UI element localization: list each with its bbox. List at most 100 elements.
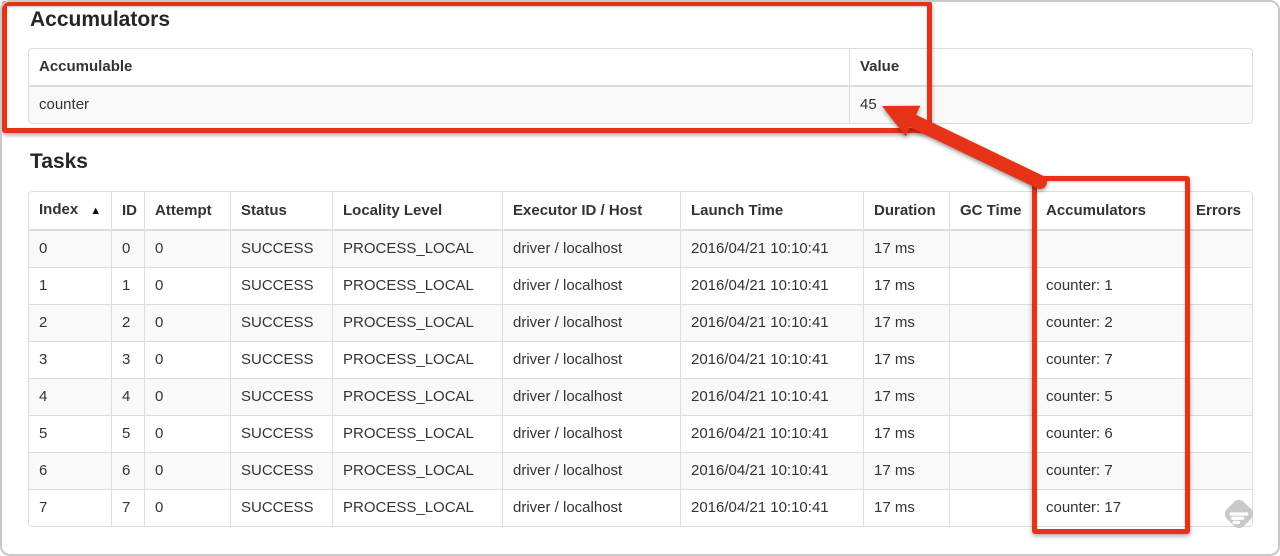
cell-gc-time [949,452,1035,489]
cell-locality-level: PROCESS_LOCAL [332,341,502,378]
annotation-box-accumulators-column [1032,176,1190,534]
cell-duration: 17 ms [863,304,949,341]
column-header-label: Locality Level [343,201,443,219]
cell-launch-time: 2016/04/21 10:10:41 [680,304,863,341]
cell-errors [1185,231,1252,267]
cell-index: 0 [29,231,111,267]
cell-launch-time: 2016/04/21 10:10:41 [680,267,863,304]
cell-locality-level: PROCESS_LOCAL [332,304,502,341]
cell-executor-id-host: driver / localhost [502,489,680,526]
cell-gc-time [949,415,1035,452]
column-header-label: Status [241,201,287,219]
cell-errors [1185,304,1252,341]
column-header-status[interactable]: Status [230,192,332,231]
sort-ascending-icon: ▲ [90,205,102,217]
cell-id: 7 [111,489,144,526]
column-header-label: Attempt [155,201,212,219]
cell-launch-time: 2016/04/21 10:10:41 [680,231,863,267]
cell-id: 5 [111,415,144,452]
cell-attempt: 0 [144,415,230,452]
cell-errors [1185,378,1252,415]
cell-locality-level: PROCESS_LOCAL [332,415,502,452]
column-header-label: Duration [874,201,936,219]
cell-status: SUCCESS [230,304,332,341]
column-header-index[interactable]: Index ▲ [29,192,111,231]
cell-status: SUCCESS [230,341,332,378]
cell-id: 4 [111,378,144,415]
cell-status: SUCCESS [230,267,332,304]
cell-duration: 17 ms [863,231,949,267]
column-header-launch-time[interactable]: Launch Time [680,192,863,231]
cell-executor-id-host: driver / localhost [502,304,680,341]
column-header-executor-id-host[interactable]: Executor ID / Host [502,192,680,231]
cell-executor-id-host: driver / localhost [502,267,680,304]
cell-locality-level: PROCESS_LOCAL [332,267,502,304]
cell-gc-time [949,304,1035,341]
cell-duration: 17 ms [863,378,949,415]
column-header-duration[interactable]: Duration [863,192,949,231]
cell-executor-id-host: driver / localhost [502,341,680,378]
cell-launch-time: 2016/04/21 10:10:41 [680,415,863,452]
column-header-locality-level[interactable]: Locality Level [332,192,502,231]
cell-duration: 17 ms [863,415,949,452]
cell-index: 7 [29,489,111,526]
cell-index: 1 [29,267,111,304]
column-header-label: ID [122,201,137,219]
cell-executor-id-host: driver / localhost [502,452,680,489]
cell-executor-id-host: driver / localhost [502,415,680,452]
cell-launch-time: 2016/04/21 10:10:41 [680,489,863,526]
cell-status: SUCCESS [230,378,332,415]
cell-gc-time [949,378,1035,415]
cell-attempt: 0 [144,452,230,489]
cell-errors [1185,452,1252,489]
cell-index: 3 [29,341,111,378]
cell-attempt: 0 [144,341,230,378]
cell-locality-level: PROCESS_LOCAL [332,378,502,415]
cell-attempt: 0 [144,267,230,304]
cell-launch-time: 2016/04/21 10:10:41 [680,341,863,378]
cell-status: SUCCESS [230,489,332,526]
cell-executor-id-host: driver / localhost [502,231,680,267]
cell-gc-time [949,231,1035,267]
feedly-watermark-icon [1224,499,1254,529]
column-header-errors[interactable]: Errors [1185,192,1252,231]
cell-locality-level: PROCESS_LOCAL [332,452,502,489]
cell-errors [1185,341,1252,378]
column-header-gc-time[interactable]: GC Time [949,192,1035,231]
cell-duration: 17 ms [863,489,949,526]
column-header-label: Launch Time [691,201,784,219]
cell-id: 6 [111,452,144,489]
cell-id: 3 [111,341,144,378]
cell-duration: 17 ms [863,267,949,304]
cell-errors [1185,267,1252,304]
cell-gc-time [949,267,1035,304]
cell-index: 2 [29,304,111,341]
cell-duration: 17 ms [863,341,949,378]
cell-errors [1185,415,1252,452]
cell-attempt: 0 [144,378,230,415]
cell-index: 6 [29,452,111,489]
cell-index: 5 [29,415,111,452]
column-header-attempt[interactable]: Attempt [144,192,230,231]
column-header-id[interactable]: ID [111,192,144,231]
cell-id: 2 [111,304,144,341]
cell-index: 4 [29,378,111,415]
cell-attempt: 0 [144,489,230,526]
cell-gc-time [949,341,1035,378]
spark-ui-accumulators-page: { "annotation": { "color": "#e63317", "h… [0,0,1280,556]
cell-launch-time: 2016/04/21 10:10:41 [680,452,863,489]
tasks-section-title: Tasks [30,150,88,173]
column-header-label: GC Time [960,201,1022,219]
column-header-label: Executor ID / Host [513,201,643,219]
cell-executor-id-host: driver / localhost [502,378,680,415]
cell-locality-level: PROCESS_LOCAL [332,489,502,526]
cell-id: 1 [111,267,144,304]
cell-gc-time [949,489,1035,526]
cell-duration: 17 ms [863,452,949,489]
cell-status: SUCCESS [230,231,332,267]
column-header-label: Errors [1196,201,1242,219]
cell-attempt: 0 [144,304,230,341]
cell-status: SUCCESS [230,415,332,452]
cell-status: SUCCESS [230,452,332,489]
cell-launch-time: 2016/04/21 10:10:41 [680,378,863,415]
